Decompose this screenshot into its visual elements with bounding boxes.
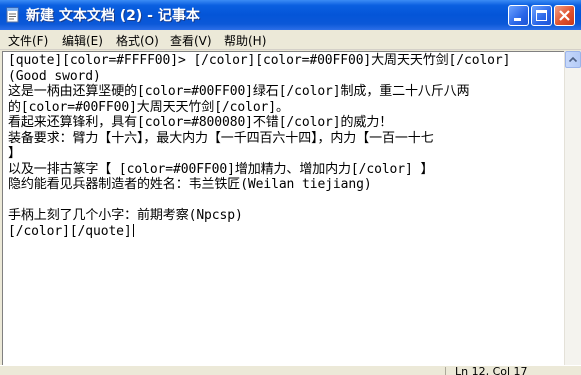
text-line: 手柄上刻了几个小字：前期考察(Npcsp): [8, 208, 243, 223]
title-bar[interactable]: 新建 文本文档 (2) - 记事本: [0, 0, 581, 30]
text-line: [8, 193, 510, 209]
menu-file[interactable]: 文件(F): [8, 32, 48, 49]
close-button[interactable]: [554, 5, 575, 26]
text-line: 隐约能看见兵器制造者的姓名：韦兰铁匠(Weilan tiejiang): [8, 177, 372, 192]
vertical-scrollbar[interactable]: [564, 51, 581, 365]
text-line: 以及一排古篆字【 [color=#00FF00]增加精力、增加内力[/color…: [8, 161, 434, 177]
maximize-icon: [536, 10, 547, 21]
text-line: 这是一柄由还算坚硬的[color=#00FF00]绿石[/color]制成，重二…: [8, 84, 470, 99]
text-line: 装备要求：臂力【十六】，最大内力【一千四百六十四】，内力【一百一十七: [8, 130, 434, 146]
maximize-button[interactable]: [531, 5, 552, 26]
scroll-up-icon: [568, 56, 578, 63]
text-line: 看起来还算锋利，具有[color=#800080]不错[/color]的威力！: [8, 115, 393, 130]
notepad-icon[interactable]: [5, 7, 21, 23]
text-line: [quote][color=#FFFF00]> [/color][color=#…: [8, 53, 511, 68]
close-icon: [559, 10, 570, 21]
scroll-up-button[interactable]: [565, 51, 581, 68]
notepad-window: 新建 文本文档 (2) - 记事本 文件(F) 编辑(E) 格式(O) 查看(V…: [0, 0, 581, 375]
minimize-icon: [514, 18, 521, 21]
text-line-content: [/color][/quote]: [8, 223, 132, 239]
editor-lines: [quote][color=#FFFF00]> [/color][color=#…: [8, 53, 510, 239]
menu-help[interactable]: 帮助(H): [224, 32, 266, 49]
window-title: 新建 文本文档 (2) - 记事本: [26, 8, 200, 24]
minimize-button[interactable]: [508, 5, 529, 26]
menu-edit[interactable]: 编辑(E): [62, 32, 103, 49]
text-editor[interactable]: [quote][color=#FFFF00]> [/color][color=#…: [2, 51, 564, 365]
menu-bar: 文件(F) 编辑(E) 格式(O) 查看(V) 帮助(H): [0, 30, 581, 50]
menu-format[interactable]: 格式(O): [116, 32, 159, 49]
text-caret: [132, 223, 134, 237]
text-line-last: [/color][/quote]: [8, 223, 510, 240]
text-line: 】: [8, 146, 21, 161]
text-line: 的[color=#00FF00]大周天天竹剑[/color]。: [8, 99, 289, 115]
text-line: (Good sword): [8, 68, 101, 84]
menu-view[interactable]: 查看(V): [170, 32, 212, 49]
